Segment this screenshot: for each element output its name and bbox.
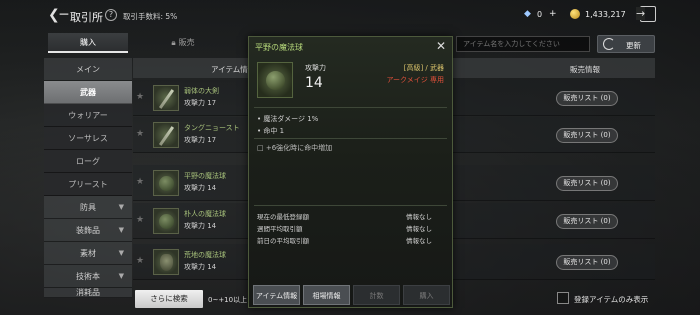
fee-label: 取引手数料: 5% xyxy=(123,12,178,21)
diamond-icon: ◆ xyxy=(524,9,531,19)
chevron-down-icon: ▼ xyxy=(118,226,124,234)
item-option: • 魔法ダメージ 1% xyxy=(257,115,319,123)
tab-sell[interactable]: 🔒︎ 販売 xyxy=(138,33,228,53)
sidebar-item-main[interactable]: メイン xyxy=(44,58,132,81)
star-icon[interactable]: ★ xyxy=(136,256,144,266)
refresh-label: 更新 xyxy=(626,41,641,50)
item-stat: 攻撃力 17 xyxy=(184,136,217,144)
buy-button[interactable]: 購入 xyxy=(403,285,450,305)
close-icon[interactable]: ✕ xyxy=(436,39,446,53)
refresh-icon xyxy=(603,38,615,50)
tab-sell-label: 販売 xyxy=(178,38,195,47)
item-stat: 攻撃力 14 xyxy=(184,222,217,230)
enhance-bonus-text: +6強化時に命中増加 xyxy=(265,144,333,152)
add-diamond-button[interactable]: + xyxy=(549,9,557,19)
item-thumbnail xyxy=(153,170,179,196)
gold-amount: 1,433,217 xyxy=(585,10,626,19)
sidebar-item-sorceress[interactable]: ソーサレス xyxy=(44,127,132,150)
sidebar-item-material[interactable]: 素材 ▼ xyxy=(44,242,132,265)
star-icon[interactable]: ★ xyxy=(136,129,144,139)
item-stat: 攻撃力 14 xyxy=(184,263,217,271)
sidebar-item-rogue[interactable]: ローグ xyxy=(44,150,132,173)
registered-only-label: 登録アイテムのみ表示 xyxy=(574,295,649,304)
price-stat-label: 現在の最低登録額 xyxy=(257,213,309,221)
item-detail-popup: 平野の魔法球 ✕ 攻撃力 14 [高級] / 武器 アークメイジ 専用 • 魔法… xyxy=(248,36,453,308)
column-header-sales-info: 販売情報 xyxy=(570,65,600,74)
sidebar-item-armor[interactable]: 防具 ▼ xyxy=(44,196,132,219)
chevron-down-icon: ▼ xyxy=(118,249,124,257)
page-title: 取引所 xyxy=(70,11,103,24)
class-restriction: アークメイジ 専用 xyxy=(386,76,444,84)
item-thumbnail xyxy=(153,85,179,111)
search-input[interactable] xyxy=(456,36,590,52)
item-name: 弱体の大剣 xyxy=(184,87,219,95)
gold-coin-icon xyxy=(570,9,580,19)
item-stat: 攻撃力 17 xyxy=(184,99,217,107)
chevron-down-icon: ▼ xyxy=(118,272,124,280)
item-thumbnail xyxy=(153,122,179,148)
item-option: • 命中 1 xyxy=(257,127,285,135)
tab-buy[interactable]: 購入 xyxy=(48,33,128,53)
level-range-label: 0~+10以上 xyxy=(208,296,248,304)
sidebar-item-weapon[interactable]: 武器 xyxy=(44,81,132,104)
attack-label: 攻撃力 xyxy=(305,64,326,72)
sales-list-button[interactable]: 販売リスト (0) xyxy=(556,128,618,143)
popup-title: 平野の魔法球 xyxy=(255,43,303,52)
attack-value: 14 xyxy=(305,75,323,91)
item-stat: 攻撃力 14 xyxy=(184,184,217,192)
help-icon[interactable]: ? xyxy=(105,9,117,21)
sales-list-button[interactable]: 販売リスト (0) xyxy=(556,214,618,229)
sidebar-item-priest[interactable]: プリースト xyxy=(44,173,132,196)
star-icon[interactable]: ★ xyxy=(136,215,144,225)
divider xyxy=(254,205,447,206)
item-thumbnail xyxy=(153,249,179,275)
item-name: 平野の魔法球 xyxy=(184,172,226,180)
item-name: タングニョースト xyxy=(184,124,240,132)
divider xyxy=(254,107,447,108)
price-stat-value: 情報なし xyxy=(406,225,432,233)
sales-list-button[interactable]: 販売リスト (0) xyxy=(556,176,618,191)
back-arrow-icon[interactable]: ❮─ xyxy=(48,8,68,22)
item-grade: [高級] / 武器 xyxy=(403,64,444,72)
lock-icon: 🔒︎ xyxy=(171,38,176,47)
divider xyxy=(254,138,447,139)
price-stat-label: 前日の平均取引額 xyxy=(257,237,309,245)
sidebar-item-label: 素材 xyxy=(80,249,96,258)
search-more-button[interactable]: さらに検索 xyxy=(135,290,203,308)
item-info-button[interactable]: アイテム情報 xyxy=(253,285,300,305)
sidebar-item-label: 技術本 xyxy=(76,272,100,281)
offer-button[interactable]: 計数 xyxy=(353,285,400,305)
popup-item-thumbnail xyxy=(257,62,293,98)
sidebar-item-skillbook[interactable]: 技術本 ▼ xyxy=(44,265,132,288)
item-name: 朴人の魔法球 xyxy=(184,210,226,218)
chevron-down-icon: ▼ xyxy=(118,203,124,211)
sidebar-item-label: 防具 xyxy=(80,203,96,212)
top-bar: ❮─ 取引所 ? 取引手数料: 5% ◆ 0 + 1,433,217 xyxy=(0,0,700,30)
star-icon[interactable]: ★ xyxy=(136,92,144,102)
exit-icon[interactable] xyxy=(636,6,656,22)
star-icon[interactable]: ★ xyxy=(136,177,144,187)
category-sidebar: メイン 武器 ウォリアー ソーサレス ローグ プリースト 防具 ▼ 装飾品 ▼ 素材… xyxy=(44,58,132,298)
sales-list-button[interactable]: 販売リスト (0) xyxy=(556,255,618,270)
price-stat-value: 情報なし xyxy=(406,237,432,245)
sidebar-item-label: 装飾品 xyxy=(76,226,100,235)
diamond-count: 0 xyxy=(537,10,543,19)
sidebar-item-warrior[interactable]: ウォリアー xyxy=(44,104,132,127)
price-stat-label: 週間平均取引額 xyxy=(257,225,303,233)
sales-list-button[interactable]: 販売リスト (0) xyxy=(556,91,618,106)
price-stat-value: 情報なし xyxy=(406,213,432,221)
refresh-button[interactable]: 更新 xyxy=(597,35,655,53)
popup-button-row: アイテム情報 相場情報 計数 購入 xyxy=(253,285,450,305)
enhance-bonus: □ +6強化時に命中増加 xyxy=(257,144,333,152)
item-name: 荒地の魔法球 xyxy=(184,251,226,259)
sidebar-item-accessory[interactable]: 装飾品 ▼ xyxy=(44,219,132,242)
registered-only-checkbox[interactable] xyxy=(557,292,569,304)
sidebar-item-consumable[interactable]: 消耗品 xyxy=(44,288,132,298)
market-info-button[interactable]: 相場情報 xyxy=(303,285,350,305)
item-thumbnail xyxy=(153,208,179,234)
